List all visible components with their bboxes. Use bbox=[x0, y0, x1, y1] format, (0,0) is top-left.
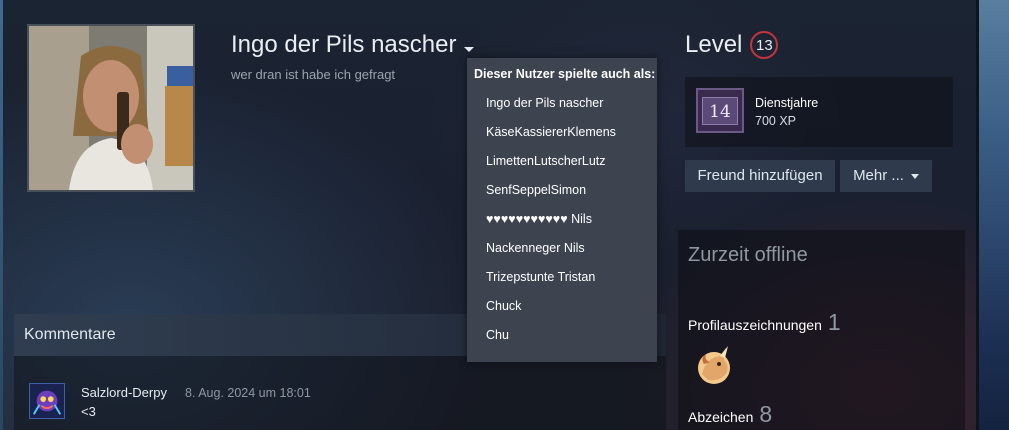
alias-item[interactable]: SenfSeppelSimon bbox=[467, 176, 657, 205]
profile-avatar[interactable] bbox=[27, 24, 195, 192]
alias-item[interactable]: Ingo der Pils nascher bbox=[467, 89, 657, 118]
award-unicorn-icon[interactable] bbox=[692, 344, 736, 388]
profile-awards-link[interactable]: Profilauszeichnungen 1 bbox=[688, 309, 841, 336]
level-badge: 13 bbox=[750, 31, 779, 59]
alias-list: Ingo der Pils nascher KäseKassiererKleme… bbox=[467, 89, 657, 350]
more-button-label: Mehr ... bbox=[853, 167, 904, 184]
alias-history-title: Dieser Nutzer spielte auch als: bbox=[474, 67, 656, 81]
badges-count[interactable]: 8 bbox=[759, 401, 772, 428]
years-of-service-icon: 14 bbox=[696, 88, 744, 133]
avatar-photo bbox=[29, 26, 193, 190]
profile-awards-label[interactable]: Profilauszeichnungen bbox=[688, 317, 822, 333]
alias-history-dropdown: Dieser Nutzer spielte auch als: Ingo der… bbox=[467, 58, 657, 362]
alias-item[interactable]: Trizepstunte Tristan bbox=[467, 263, 657, 292]
badges-link[interactable]: Abzeichen 8 bbox=[688, 401, 772, 428]
persona-name[interactable]: Ingo der Pils nascher bbox=[231, 31, 475, 59]
badge-xp: 700 XP bbox=[755, 114, 797, 128]
window-edge-left bbox=[0, 0, 3, 430]
comment-timestamp: 8. Aug. 2024 um 18:01 bbox=[185, 386, 311, 400]
comment-author[interactable]: Salzlord-Derpy bbox=[81, 385, 167, 400]
window-edge-right bbox=[976, 0, 1009, 430]
comment-author-avatar[interactable] bbox=[29, 383, 65, 419]
comment-text: <3 bbox=[81, 404, 96, 419]
alias-item[interactable]: Chuck bbox=[467, 292, 657, 321]
level-header: Level 13 bbox=[685, 31, 779, 59]
badges-label[interactable]: Abzeichen bbox=[688, 409, 753, 425]
profile-summary: wer dran ist habe ich gefragt bbox=[231, 67, 396, 82]
favorite-badge[interactable]: 14 Dienstjahre 700 XP bbox=[685, 77, 953, 147]
profile-awards-count[interactable]: 1 bbox=[828, 309, 841, 336]
profile-sidebar: Zurzeit offline Profilauszeichnungen 1 A… bbox=[678, 230, 965, 430]
years-badge-number: 14 bbox=[702, 96, 738, 125]
more-button[interactable]: Mehr ... bbox=[840, 160, 932, 192]
caret-down-icon[interactable] bbox=[464, 46, 475, 52]
add-friend-button[interactable]: Freund hinzufügen bbox=[685, 160, 835, 192]
level-label: Level bbox=[685, 31, 743, 58]
persona-name-text[interactable]: Ingo der Pils nascher bbox=[231, 31, 456, 59]
alias-item[interactable]: KäseKassiererKlemens bbox=[467, 118, 657, 147]
chevron-down-icon bbox=[910, 173, 919, 179]
alias-item[interactable]: LimettenLutscherLutz bbox=[467, 147, 657, 176]
badge-name: Dienstjahre bbox=[755, 96, 819, 110]
online-status: Zurzeit offline bbox=[688, 244, 808, 266]
alias-item[interactable]: Chu bbox=[467, 321, 657, 350]
alias-item[interactable]: Nackenneger Nils bbox=[467, 234, 657, 263]
alias-item[interactable]: ♥♥♥♥♥♥♥♥♥♥♥ Nils bbox=[467, 205, 657, 234]
